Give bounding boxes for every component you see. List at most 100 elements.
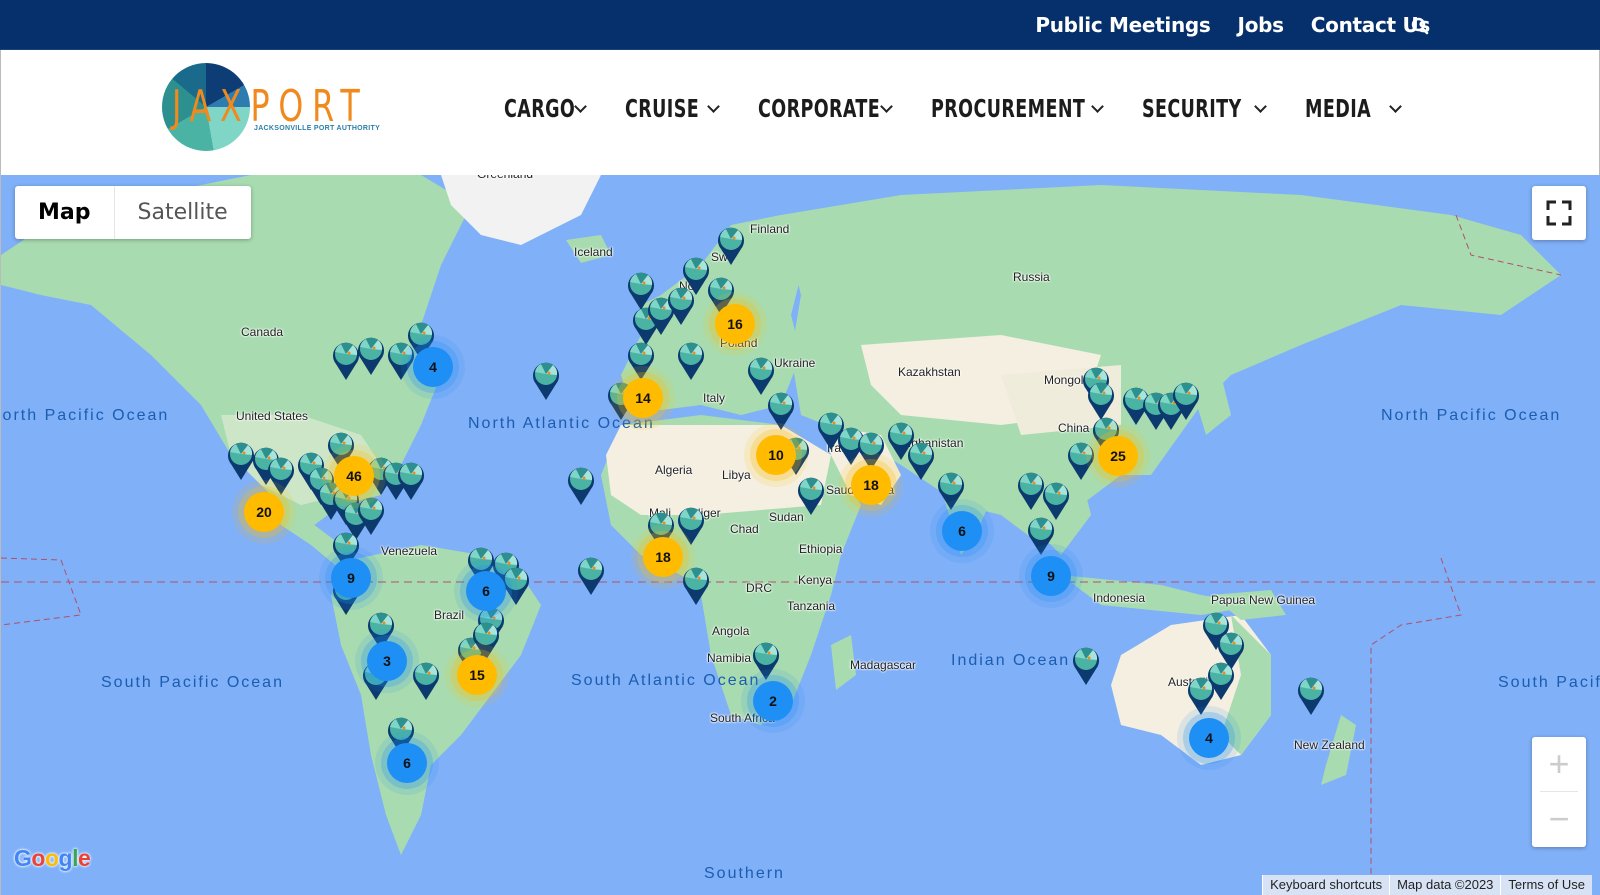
marker-cluster[interactable]: 6 <box>942 511 982 551</box>
map-label: Chad <box>730 522 759 536</box>
map-type-satellite-button[interactable]: Satellite <box>115 186 251 239</box>
port-location-pin[interactable] <box>1171 379 1201 421</box>
jaxport-logo[interactable]: JAXPORT JACKSONVILLE PORT AUTHORITY <box>162 63 380 153</box>
marker-cluster[interactable]: 9 <box>1031 556 1071 596</box>
keyboard-shortcuts-link[interactable]: Keyboard shortcuts <box>1262 875 1390 895</box>
port-location-pin[interactable] <box>501 564 531 606</box>
chevron-down-icon <box>880 99 893 113</box>
port-location-pin[interactable] <box>531 359 561 401</box>
chevron-down-icon <box>707 99 720 113</box>
map-label: Greenland <box>477 175 533 181</box>
map-label: Madagascar <box>850 658 917 672</box>
nav-label: CRUISE <box>625 93 700 123</box>
port-location-pin[interactable] <box>796 474 826 516</box>
marker-cluster[interactable]: 4 <box>1189 718 1229 758</box>
map-label: Algeria <box>655 463 693 477</box>
nav-item-media[interactable]: MEDIA <box>1305 93 1402 123</box>
map-base-layer <box>1 175 1600 875</box>
nav-label: PROCUREMENT <box>931 93 1086 123</box>
port-location-pin[interactable] <box>1296 674 1326 716</box>
marker-cluster[interactable]: 9 <box>331 558 371 598</box>
port-location-pin[interactable] <box>576 554 606 596</box>
map-type-control: Map Satellite <box>15 186 251 239</box>
zoom-out-button[interactable]: − <box>1532 792 1586 846</box>
jobs-link[interactable]: Jobs <box>1238 13 1285 37</box>
port-location-pin[interactable] <box>626 339 656 381</box>
nav-label: MEDIA <box>1305 93 1372 123</box>
port-location-pin[interactable] <box>906 439 936 481</box>
marker-cluster[interactable]: 46 <box>334 456 374 496</box>
port-location-pin[interactable] <box>266 454 296 496</box>
chevron-down-icon <box>1091 99 1104 113</box>
port-location-pin[interactable] <box>716 224 746 266</box>
port-location-pin[interactable] <box>411 659 441 701</box>
terms-of-use-link[interactable]: Terms of Use <box>1500 875 1592 895</box>
nav-item-procurement[interactable]: PROCUREMENT <box>931 93 1104 123</box>
map-attribution: Keyboard shortcuts Map data ©2023 Terms … <box>1262 875 1592 895</box>
marker-cluster[interactable]: 4 <box>413 347 453 387</box>
map-label: Libya <box>722 468 751 482</box>
ocean-label: South Pacific Ocean <box>1498 674 1600 691</box>
world-map[interactable]: Greenland Iceland Finland Swe Nor Russia… <box>0 175 1600 895</box>
port-location-pin[interactable] <box>676 339 706 381</box>
port-location-pin[interactable] <box>1186 674 1216 716</box>
map-label: New Zealand <box>1294 738 1365 752</box>
nav-label: CORPORATE <box>758 93 881 123</box>
nav-item-corporate[interactable]: CORPORATE <box>758 93 893 123</box>
map-label: Finland <box>750 222 790 236</box>
map-label: China <box>1058 421 1090 435</box>
port-location-pin[interactable] <box>676 504 706 546</box>
marker-cluster[interactable]: 10 <box>756 435 796 475</box>
top-utility-bar: Public Meetings Jobs Contact Us <box>0 0 1600 50</box>
nav-item-security[interactable]: SECURITY <box>1142 94 1267 123</box>
chevron-down-icon <box>1389 99 1402 113</box>
ocean-label: Indian Ocean <box>951 652 1071 669</box>
zoom-in-button[interactable]: + <box>1532 737 1586 791</box>
marker-cluster[interactable]: 6 <box>387 743 427 783</box>
port-location-pin[interactable] <box>766 389 796 431</box>
port-location-pin[interactable] <box>936 469 966 511</box>
zoom-control: + − <box>1532 737 1586 847</box>
chevron-down-icon <box>574 99 587 113</box>
ocean-label: North Pacific Ocean <box>0 407 170 424</box>
ocean-label: South Pacific Ocean <box>101 674 284 691</box>
google-logo[interactable]: Google <box>14 845 91 872</box>
port-location-pin[interactable] <box>396 459 426 501</box>
map-label: DRC <box>746 581 772 595</box>
marker-cluster[interactable]: 14 <box>623 378 663 418</box>
map-label: United States <box>236 409 309 423</box>
marker-cluster[interactable]: 25 <box>1098 436 1138 476</box>
map-label: Ukraine <box>774 356 816 370</box>
map-label: Venezuela <box>381 544 438 558</box>
marker-cluster[interactable]: 3 <box>367 641 407 681</box>
marker-cluster[interactable]: 18 <box>851 465 891 505</box>
marker-cluster[interactable]: 6 <box>466 571 506 611</box>
marker-cluster[interactable]: 18 <box>643 537 683 577</box>
map-type-map-button[interactable]: Map <box>15 186 114 239</box>
marker-cluster[interactable]: 2 <box>753 681 793 721</box>
port-location-pin[interactable] <box>751 639 781 681</box>
port-location-pin[interactable] <box>566 464 596 506</box>
search-icon[interactable] <box>1411 17 1429 35</box>
port-location-pin[interactable] <box>681 564 711 606</box>
map-label: Italy <box>703 391 726 405</box>
map-label: Russia <box>1013 270 1050 284</box>
utility-links: Public Meetings Jobs Contact Us <box>1035 0 1430 50</box>
nav-item-cruise[interactable]: CRUISE <box>625 93 720 123</box>
marker-cluster[interactable]: 15 <box>457 655 497 695</box>
ocean-label: North Atlantic Ocean <box>468 415 655 432</box>
map-label: Iceland <box>574 245 613 259</box>
map-label: Kazakhstan <box>898 365 961 379</box>
ocean-label: North Pacific Ocean <box>1381 407 1562 424</box>
map-label: Tanzania <box>787 599 836 613</box>
nav-item-cargo[interactable]: CARGO <box>504 94 587 123</box>
fullscreen-button[interactable] <box>1532 186 1586 240</box>
port-location-pin[interactable] <box>356 334 386 376</box>
marker-cluster[interactable]: 20 <box>244 492 284 532</box>
port-location-pin[interactable] <box>1026 514 1056 556</box>
marker-cluster[interactable]: 16 <box>715 304 755 344</box>
logo-tagline: JACKSONVILLE PORT AUTHORITY <box>254 125 381 132</box>
port-location-pin[interactable] <box>1071 644 1101 686</box>
public-meetings-link[interactable]: Public Meetings <box>1035 13 1210 37</box>
map-label: Namibia <box>707 651 752 665</box>
